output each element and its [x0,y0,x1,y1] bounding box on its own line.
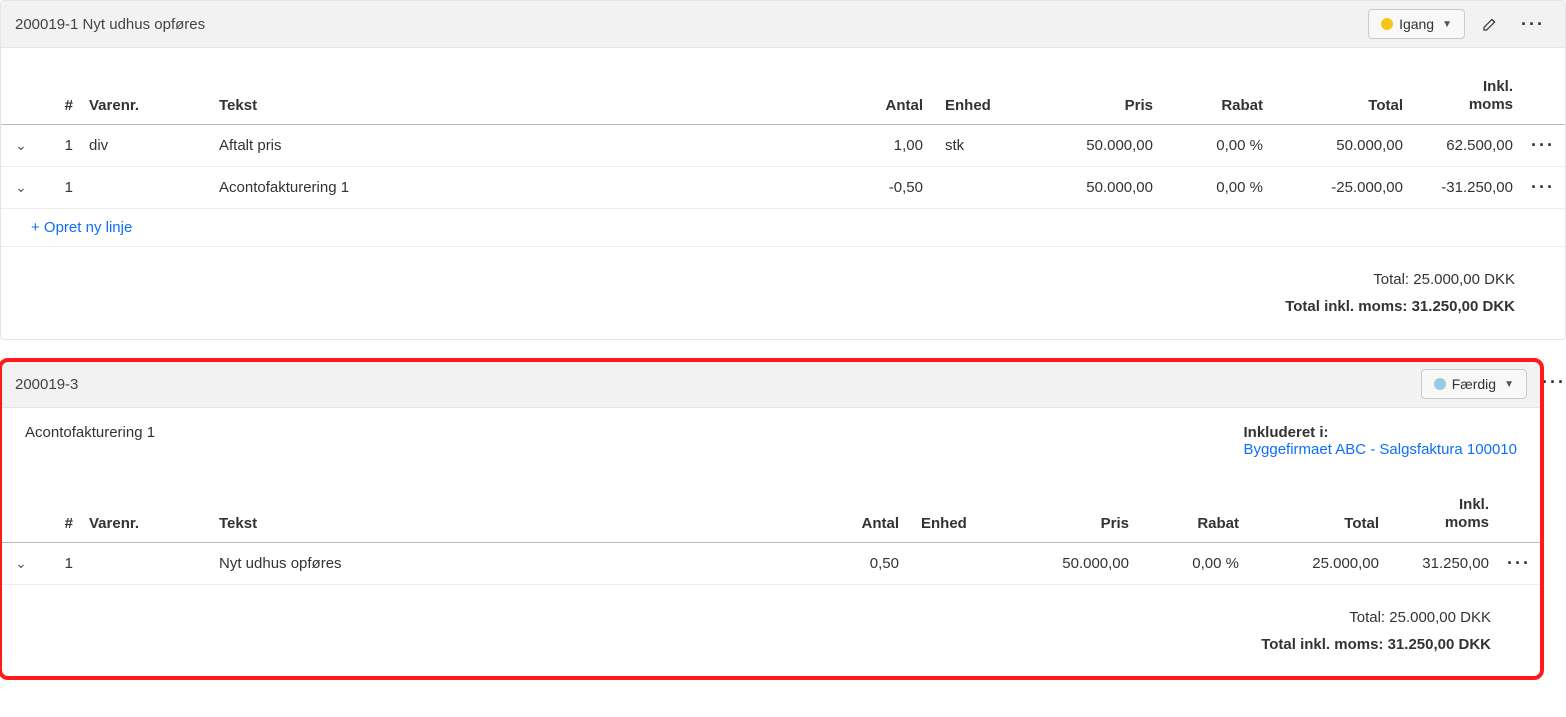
col-tekst: Tekst [211,68,841,125]
status-dot-icon [1434,378,1446,390]
sub-info: Acontofakturering 1 Inkluderet i: Byggef… [1,408,1541,466]
status-dropdown[interactable]: Igang ▼ [1368,9,1465,39]
cell-antal: 0,50 [817,543,907,585]
edit-icon [1481,15,1499,33]
expand-toggle[interactable]: ⌄ [15,179,27,196]
col-enhed: Enhed [907,486,997,543]
col-num: # [41,68,81,125]
totals-block: Total: 25.000,00 DKK Total inkl. moms: 3… [1,247,1565,319]
cell-tekst: Nyt udhus opføres [211,543,817,585]
cell-pris: 50.000,00 [1021,125,1161,167]
col-total: Total [1247,486,1387,543]
cell-rabat: 0,00 % [1161,167,1271,209]
col-varenr: Varenr. [81,68,211,125]
col-enhed: Enhed [931,68,1021,125]
panel-title: 200019-3 [15,376,78,393]
cell-num: 1 [41,167,81,209]
table-row: ⌄ 1 Nyt udhus opføres 0,50 50.000,00 0,0… [1,543,1541,585]
cell-pris: 50.000,00 [997,543,1137,585]
cell-antal: 1,00 [841,125,931,167]
ellipsis-icon: ··· [1521,14,1545,35]
col-moms: Inkl.moms [1411,68,1521,125]
panel-body: Acontofakturering 1 Inkluderet i: Byggef… [1,408,1541,677]
total-line: Total: 25.000,00 DKK [1,609,1491,626]
add-line-link[interactable]: + Opret ny linje [31,219,132,236]
order-panel-1: 200019-1 Nyt udhus opføres Igang ▼ ··· #… [0,0,1566,340]
included-block: Inkluderet i: Byggefirmaet ABC - Salgsfa… [1244,424,1518,458]
expand-toggle[interactable]: ⌄ [15,555,27,572]
cell-enhed [931,167,1021,209]
cell-moms: 31.250,00 [1387,543,1497,585]
row-menu-button[interactable]: ··· [1507,553,1531,573]
lines-table: # Varenr. Tekst Antal Enhed Pris Rabat T… [1,68,1565,247]
col-moms: Inkl.moms [1387,486,1497,543]
row-menu-button[interactable]: ··· [1531,135,1555,155]
included-link[interactable]: Byggefirmaet ABC - Salgsfaktura 100010 [1244,441,1518,458]
cell-moms: 62.500,00 [1411,125,1521,167]
panel-body: # Varenr. Tekst Antal Enhed Pris Rabat T… [1,68,1565,339]
panel-header: 200019-3 Færdig ▼ [1,361,1541,408]
col-tekst: Tekst [211,486,817,543]
cell-enhed: stk [931,125,1021,167]
cell-antal: -0,50 [841,167,931,209]
cell-rabat: 0,00 % [1137,543,1247,585]
panel-title: 200019-1 Nyt udhus opføres [15,16,205,33]
cell-total: 25.000,00 [1247,543,1387,585]
expand-toggle[interactable]: ⌄ [15,137,27,154]
col-pris: Pris [997,486,1137,543]
status-label: Igang [1399,16,1434,32]
cell-num: 1 [41,125,81,167]
cell-total: 50.000,00 [1271,125,1411,167]
table-row: ⌄ 1 div Aftalt pris 1,00 stk 50.000,00 0… [1,125,1565,167]
cell-moms: -31.250,00 [1411,167,1521,209]
lines-table: # Varenr. Tekst Antal Enhed Pris Rabat T… [1,486,1541,585]
cell-rabat: 0,00 % [1161,125,1271,167]
included-label: Inkluderet i: [1244,424,1518,441]
status-label: Færdig [1452,376,1496,392]
col-rabat: Rabat [1161,68,1271,125]
order-panel-2: 200019-3 Færdig ▼ Acontofakturering 1 In… [0,360,1542,678]
row-menu-button[interactable]: ··· [1531,177,1555,197]
cell-tekst: Aftalt pris [211,125,841,167]
cell-num: 1 [41,543,81,585]
cell-varenr: div [81,125,211,167]
panel-header: 200019-1 Nyt udhus opføres Igang ▼ ··· [1,1,1565,48]
status-dot-icon [1381,18,1393,30]
col-rabat: Rabat [1137,486,1247,543]
table-header-row: # Varenr. Tekst Antal Enhed Pris Rabat T… [1,68,1565,125]
col-pris: Pris [1021,68,1161,125]
chevron-down-icon: ▼ [1442,19,1452,30]
total-incl-moms-line: Total inkl. moms: 31.250,00 DKK [1,636,1491,653]
cell-varenr [81,167,211,209]
add-line-row: + Opret ny linje [1,209,1565,247]
cell-varenr [81,543,211,585]
cell-pris: 50.000,00 [1021,167,1161,209]
col-antal: Antal [817,486,907,543]
cell-total: -25.000,00 [1271,167,1411,209]
col-total: Total [1271,68,1411,125]
table-row: ⌄ 1 Acontofakturering 1 -0,50 50.000,00 … [1,167,1565,209]
col-varenr: Varenr. [81,486,211,543]
panel-actions: Færdig ▼ [1421,369,1527,399]
cell-enhed [907,543,997,585]
total-line: Total: 25.000,00 DKK [1,271,1515,288]
panel-subtitle: Acontofakturering 1 [25,424,155,441]
totals-block: Total: 25.000,00 DKK Total inkl. moms: 3… [1,585,1541,657]
panel-actions: Igang ▼ ··· [1368,9,1551,39]
edit-button[interactable] [1475,11,1505,37]
table-header-row: # Varenr. Tekst Antal Enhed Pris Rabat T… [1,486,1541,543]
cell-tekst: Acontofakturering 1 [211,167,841,209]
status-dropdown[interactable]: Færdig ▼ [1421,369,1527,399]
col-num: # [41,486,81,543]
chevron-down-icon: ▼ [1504,379,1514,390]
col-antal: Antal [841,68,931,125]
total-incl-moms-line: Total inkl. moms: 31.250,00 DKK [1,298,1515,315]
more-button[interactable]: ··· [1515,10,1551,39]
